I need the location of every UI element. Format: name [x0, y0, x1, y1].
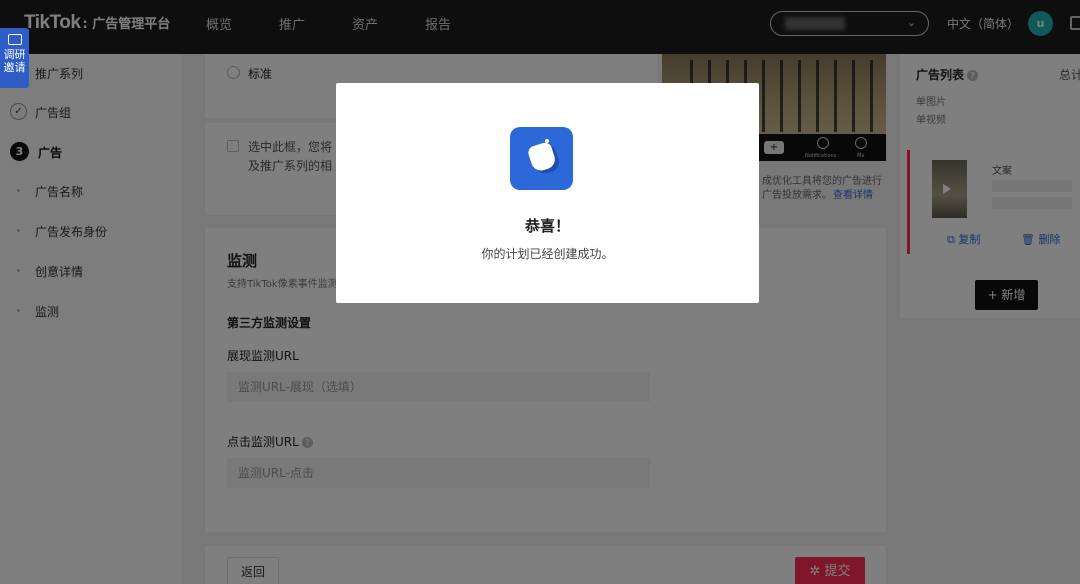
survey-line2: 邀请	[3, 61, 26, 74]
spark-shape	[545, 139, 549, 143]
dialog-message: 你的计划已经创建成功。	[481, 247, 614, 261]
message-icon	[7, 34, 22, 45]
survey-line1: 调研	[3, 48, 26, 61]
dialog-title: 恭喜！	[524, 217, 570, 235]
fist-shape	[526, 140, 558, 174]
survey-invite-badge[interactable]: 调研 邀请	[0, 28, 29, 88]
success-fist-icon	[510, 127, 573, 190]
success-dialog: 恭喜！ 你的计划已经创建成功。	[336, 83, 759, 303]
